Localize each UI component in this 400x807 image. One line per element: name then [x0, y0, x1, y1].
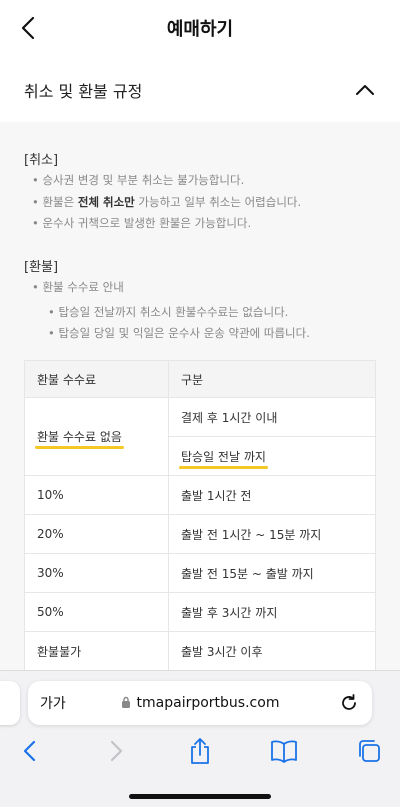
tabs-button[interactable] — [355, 737, 383, 765]
table-row: 10% 출발 1시간 전 — [25, 475, 375, 514]
top-header: 예매하기 — [0, 0, 400, 56]
table-row: 환불 수수료 없음 결제 후 1시간 이내 탑승일 전날 까지 — [25, 397, 375, 475]
reload-icon[interactable] — [338, 692, 360, 714]
lock-icon — [121, 696, 130, 708]
chevron-up-icon — [356, 85, 374, 95]
policy-content: [취소] • 승사권 변경 및 부분 취소는 불가능합니다. • 환불은 전체 … — [0, 122, 400, 670]
fee-cell: 환불불가 — [25, 632, 169, 670]
section-title: 취소 및 환불 규정 — [24, 82, 143, 101]
chevron-left-icon — [23, 740, 36, 762]
fee-cell: 50% — [25, 593, 169, 631]
cancel-item: • 운수사 귀책으로 발생한 환불은 가능합니다. — [32, 216, 252, 230]
share-icon — [191, 738, 209, 764]
share-button[interactable] — [186, 737, 214, 765]
condition-cell: 출발 전 1시간 ~ 15분 까지 — [181, 527, 322, 542]
back-button[interactable] — [14, 14, 42, 42]
chevron-right-icon — [110, 740, 123, 762]
condition-cell: 출발 전 15분 ~ 출발 까지 — [181, 566, 314, 581]
fee-cell: 10% — [25, 476, 169, 514]
cancel-item: • 환불은 전체 취소만 가능하고 일부 취소는 어렵습니다. — [32, 195, 302, 209]
url-display: tmapairportbus.com — [28, 695, 372, 711]
browser-back-button[interactable] — [16, 737, 44, 765]
refund-fee-table: 환불 수수료 구분 환불 수수료 없음 결제 후 1시간 이내 탑승일 전날 까… — [24, 360, 376, 670]
condition-cell: 출발 후 3시간 까지 — [181, 605, 278, 620]
cancel-title: [취소] — [24, 153, 59, 168]
refund-guide: • 환불 수수료 안내 — [32, 280, 124, 294]
table-row: 50% 출발 후 3시간 까지 — [25, 592, 375, 631]
condition-cell: 출발 1시간 전 — [181, 488, 252, 503]
chevron-left-icon — [21, 16, 35, 40]
refund-sub-item: • 탑승일 당일 및 익일은 운수사 운송 약관에 따릅니다. — [48, 326, 310, 340]
book-icon — [271, 740, 297, 763]
column-header: 환불 수수료 — [25, 361, 169, 397]
column-header: 구분 — [169, 361, 375, 397]
condition-cell: 탑승일 전날 까지 — [169, 436, 375, 475]
home-indicator — [129, 794, 271, 799]
bookmarks-button[interactable] — [270, 737, 298, 765]
table-header-row: 환불 수수료 구분 — [25, 361, 375, 397]
fee-cell: 20% — [25, 515, 169, 553]
fee-cell: 환불 수수료 없음 — [25, 398, 169, 475]
table-row: 30% 출발 전 15분 ~ 출발 까지 — [25, 553, 375, 592]
previous-tab-preview[interactable] — [0, 681, 20, 725]
fee-cell: 30% — [25, 554, 169, 592]
cancel-item: • 승사권 변경 및 부분 취소는 불가능합니다. — [32, 173, 245, 187]
tabs-icon — [359, 740, 380, 762]
refund-title: [환불] — [24, 260, 59, 275]
condition-cell: 결제 후 1시간 이내 — [181, 410, 278, 425]
address-bar[interactable]: 가가 tmapairportbus.com — [28, 681, 372, 725]
refund-sub-item: • 탑승일 전날까지 취소시 환불수수료는 없습니다. — [48, 305, 289, 319]
table-row: 환불불가 출발 3시간 이후 — [25, 631, 375, 670]
table-row: 20% 출발 전 1시간 ~ 15분 까지 — [25, 514, 375, 553]
refund-policy-accordion[interactable]: 취소 및 환불 규정 — [0, 60, 400, 120]
page-title: 예매하기 — [166, 19, 234, 40]
condition-cell: 출발 3시간 이후 — [181, 644, 263, 659]
browser-forward-button[interactable] — [102, 737, 130, 765]
